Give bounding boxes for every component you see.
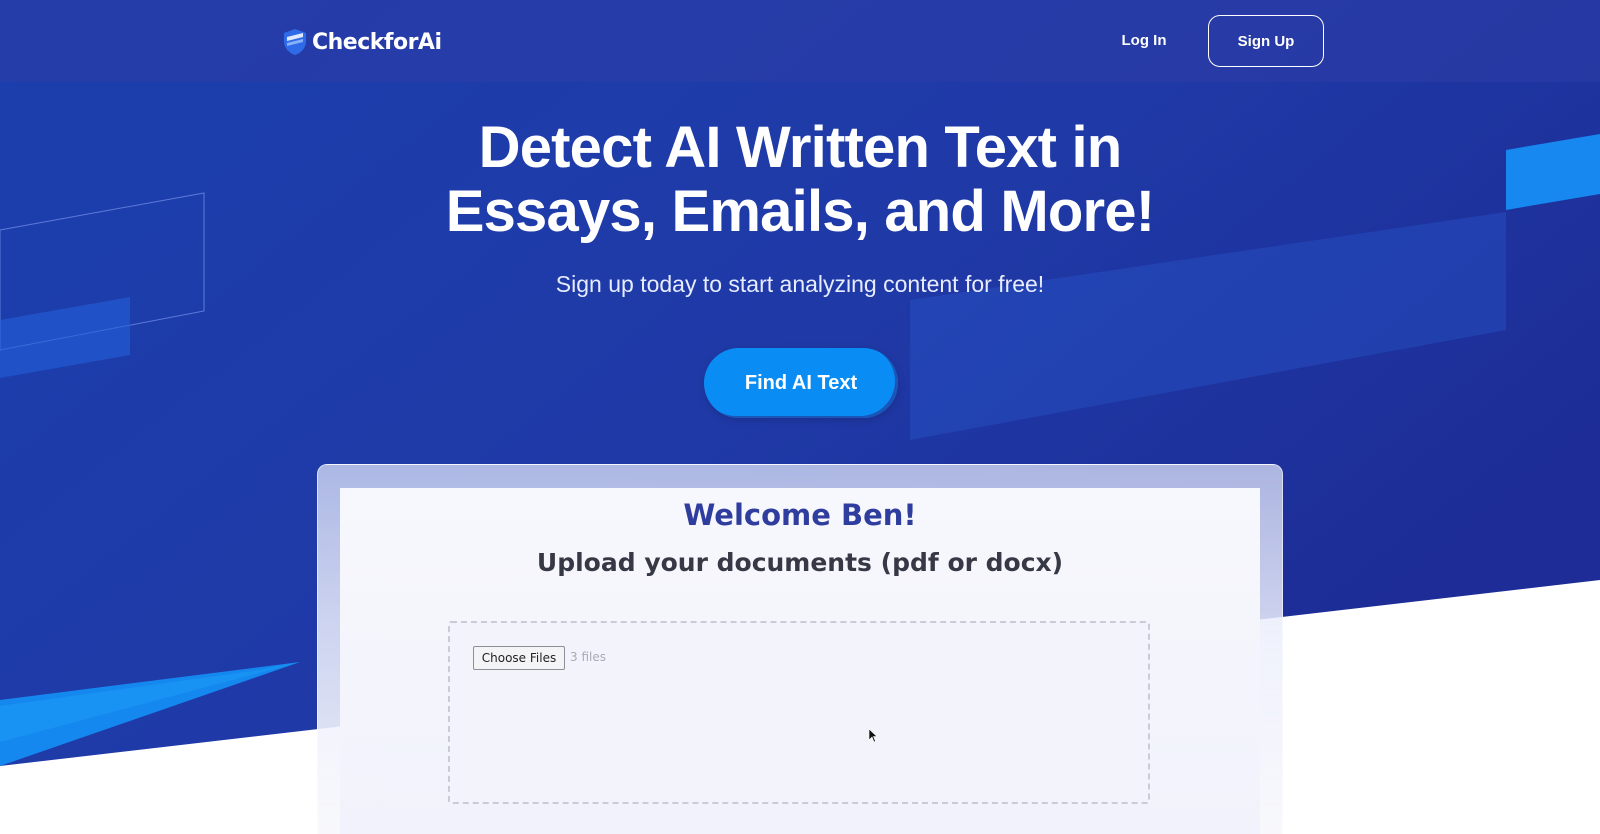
find-ai-text-button[interactable]: Find AI Text xyxy=(704,348,898,418)
shield-check-icon xyxy=(284,29,306,55)
hero-subtitle: Sign up today to start analyzing content… xyxy=(555,271,1045,297)
signup-button[interactable]: Sign Up xyxy=(1208,15,1324,67)
hero-title-line-1: Detect AI Written Text in xyxy=(478,115,1123,180)
welcome-heading: Welcome Ben! xyxy=(683,498,917,532)
login-link[interactable]: Log In xyxy=(1096,28,1192,54)
hero-title: Detect AI Written Text in Essays, Emails… xyxy=(300,116,1300,244)
file-dropzone[interactable]: Choose Files 3 files xyxy=(448,621,1150,804)
mouse-cursor-icon xyxy=(869,729,877,743)
brand-name: CheckforAi xyxy=(312,29,442,55)
upload-heading: Upload your documents (pdf or docx) xyxy=(536,548,1064,577)
file-count-label: 3 files xyxy=(570,650,606,664)
brand-logo[interactable]: CheckforAi xyxy=(282,28,442,56)
hero-title-line-2: Essays, Emails, and More! xyxy=(445,179,1155,244)
site-header: CheckforAi Log In Sign Up xyxy=(0,0,1600,82)
app-preview-screen: Welcome Ben! Upload your documents (pdf … xyxy=(340,488,1260,834)
choose-files-button[interactable]: Choose Files xyxy=(473,646,565,670)
